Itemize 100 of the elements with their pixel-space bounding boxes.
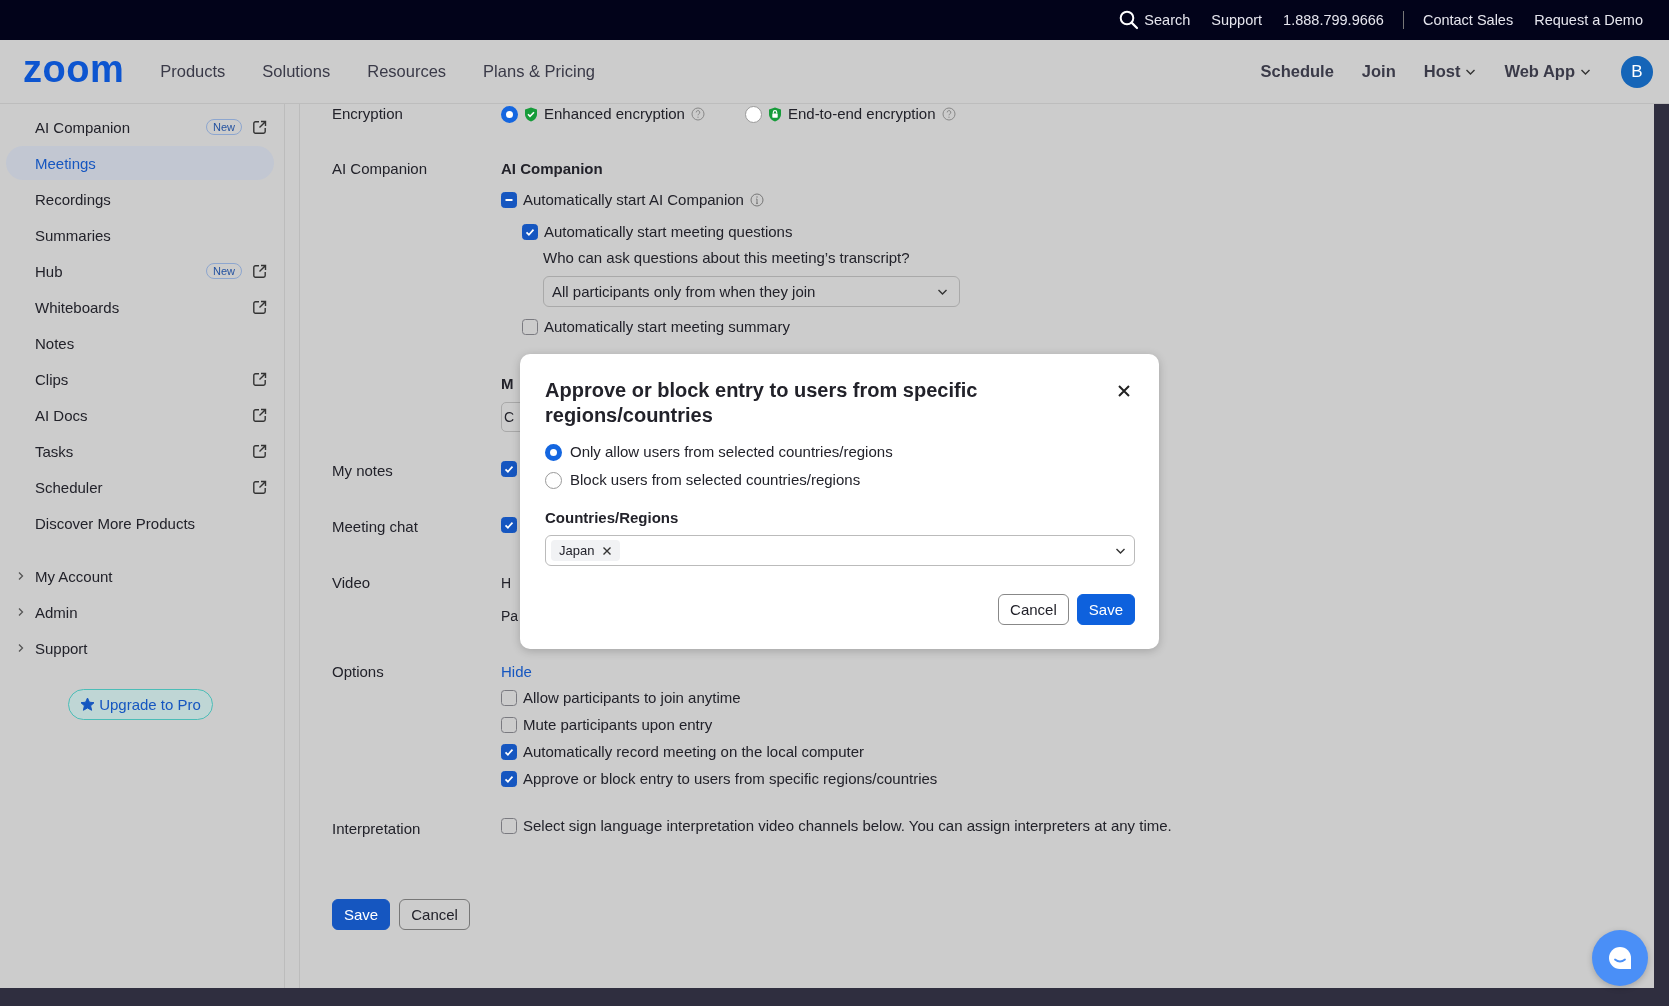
checkbox-label: Mute participants upon entry	[523, 715, 713, 735]
setting-label: Video	[332, 573, 372, 593]
nav-link[interactable]: Plans & Pricing	[483, 62, 595, 81]
external-link-icon[interactable]	[252, 479, 267, 495]
section-heading: AI Companion	[501, 159, 604, 179]
chat-button[interactable]	[1592, 930, 1648, 986]
setting-label: My notes	[332, 461, 394, 481]
checkbox-label: Automatically record meeting on the local computer	[523, 742, 864, 762]
section-heading: M	[501, 374, 514, 394]
sidebar-item[interactable]: AI Docs	[6, 398, 274, 432]
question-text: Who can ask questions about this meeting’s transcript?	[542, 248, 911, 268]
nav-link[interactable]: Join	[1361, 62, 1396, 81]
field-label: Countries/Regions	[545, 509, 680, 527]
nav-link[interactable]: Resources	[367, 62, 447, 81]
radio-button[interactable]	[501, 105, 518, 123]
radio-button[interactable]	[744, 105, 762, 123]
checkbox[interactable]	[501, 717, 517, 733]
setting-label: AI Companion	[332, 159, 429, 179]
setting-text: Pa	[501, 607, 519, 626]
sidebar-item[interactable]: AI Companion New	[6, 110, 274, 144]
shield-check-icon	[524, 106, 538, 122]
cancel-button[interactable]: Cancel	[998, 594, 1069, 625]
sidebar-section[interactable]: My Account	[0, 559, 284, 593]
dialog-title: Approve or block entry to users from specific regions/countries	[545, 378, 979, 428]
chevron-down-icon	[1465, 67, 1477, 76]
checkbox-label: Select sign language interpretation video channels below. You can assign interpreters at any time.	[523, 816, 1172, 836]
chevron-down-icon	[1580, 67, 1591, 76]
chevron-right-icon	[17, 571, 25, 581]
checkbox-label: Approve or block entry to users from specific regions/countries	[523, 769, 938, 789]
setting-label: Options	[332, 662, 385, 682]
setting-text: H	[501, 574, 512, 593]
top-link[interactable]: Support	[1211, 12, 1263, 28]
hide-link[interactable]: Hide	[501, 662, 1654, 682]
sidebar-item[interactable]: Summaries	[6, 218, 274, 252]
chat-bubble-icon	[1606, 945, 1634, 971]
avatar[interactable]: B	[1621, 55, 1653, 88]
external-link-icon[interactable]	[252, 299, 267, 315]
checkbox-label: Allow participants to join anytime	[523, 688, 741, 708]
sidebar-item[interactable]: Notes	[6, 326, 274, 360]
radio-label: Block users from selected countries/regions	[570, 470, 861, 490]
checkbox[interactable]	[522, 224, 538, 240]
checkbox[interactable]	[501, 461, 517, 477]
star-icon	[80, 697, 96, 712]
radio-button[interactable]	[545, 471, 562, 489]
close-icon	[1117, 384, 1131, 398]
checkbox[interactable]	[501, 771, 517, 787]
save-button[interactable]: Save	[1076, 594, 1135, 625]
chevron-right-icon	[17, 643, 25, 653]
option-label: Enhanced encryption	[544, 104, 685, 124]
cancel-button[interactable]: Cancel	[399, 899, 470, 930]
nav-dropdown[interactable]: Web App	[1504, 62, 1591, 81]
sidebar-item[interactable]: Meetings	[6, 146, 274, 180]
external-link-icon[interactable]	[252, 371, 267, 387]
checkbox[interactable]	[501, 818, 517, 834]
search-icon	[1119, 10, 1140, 30]
nav-link[interactable]: Products	[160, 62, 226, 81]
radio-label: Only allow users from selected countries/regions	[570, 442, 893, 462]
top-link[interactable]: Request a Demo	[1534, 12, 1643, 28]
upgrade-button[interactable]: Upgrade to Pro	[68, 689, 213, 720]
checkbox-label: Automatically start meeting summary	[544, 317, 790, 337]
top-link[interactable]: 1.888.799.9666	[1283, 12, 1384, 28]
external-link-icon[interactable]	[252, 407, 267, 423]
external-link-icon[interactable]	[252, 119, 267, 135]
chevron-right-icon	[17, 607, 25, 617]
radio-button[interactable]	[545, 443, 562, 461]
setting-label: Encryption	[332, 104, 404, 124]
checkbox[interactable]	[522, 319, 538, 335]
setting-label: Meeting chat	[332, 517, 419, 537]
sidebar-item[interactable]: Clips	[6, 362, 274, 396]
external-link-icon[interactable]	[252, 443, 267, 459]
country-select[interactable]: Japan	[545, 535, 1135, 566]
logo[interactable]: zoom	[23, 49, 125, 88]
checkbox[interactable]	[501, 517, 517, 533]
checkbox[interactable]	[501, 690, 517, 706]
external-link-icon[interactable]	[252, 263, 267, 279]
sidebar-item[interactable]: Scheduler	[6, 470, 274, 504]
sidebar-item[interactable]: Whiteboards	[6, 290, 274, 324]
shield-lock-icon	[767, 106, 782, 122]
sidebar-item[interactable]: Hub New	[6, 254, 274, 288]
select-dropdown[interactable]: All participants only from when they join	[543, 276, 960, 307]
nav-dropdown[interactable]: Host	[1423, 62, 1477, 81]
nav-link[interactable]: Solutions	[262, 62, 331, 81]
sidebar-item[interactable]: Recordings	[6, 182, 274, 216]
sidebar-item[interactable]: Discover More Products	[6, 506, 274, 540]
nav-link[interactable]: Schedule	[1260, 62, 1334, 81]
checkbox-label: Automatically start AI Companion	[523, 190, 744, 210]
chevron-down-icon	[1115, 546, 1126, 555]
top-link[interactable]: Contact Sales	[1422, 12, 1514, 28]
search-link[interactable]: Search	[1119, 10, 1191, 30]
sidebar-section[interactable]: Support	[0, 631, 284, 665]
chevron-down-icon	[937, 287, 948, 296]
checkbox-label: Automatically start meeting questions	[544, 222, 793, 242]
sidebar-section[interactable]: Admin	[0, 595, 284, 629]
option-label: End-to-end encryption	[787, 104, 936, 124]
sidebar-item[interactable]: Tasks	[6, 434, 274, 468]
checkbox[interactable]	[501, 192, 517, 208]
remove-icon[interactable]	[602, 545, 613, 556]
checkbox[interactable]	[501, 744, 517, 760]
save-button[interactable]: Save	[332, 899, 391, 930]
setting-label: Interpretation	[332, 819, 422, 839]
